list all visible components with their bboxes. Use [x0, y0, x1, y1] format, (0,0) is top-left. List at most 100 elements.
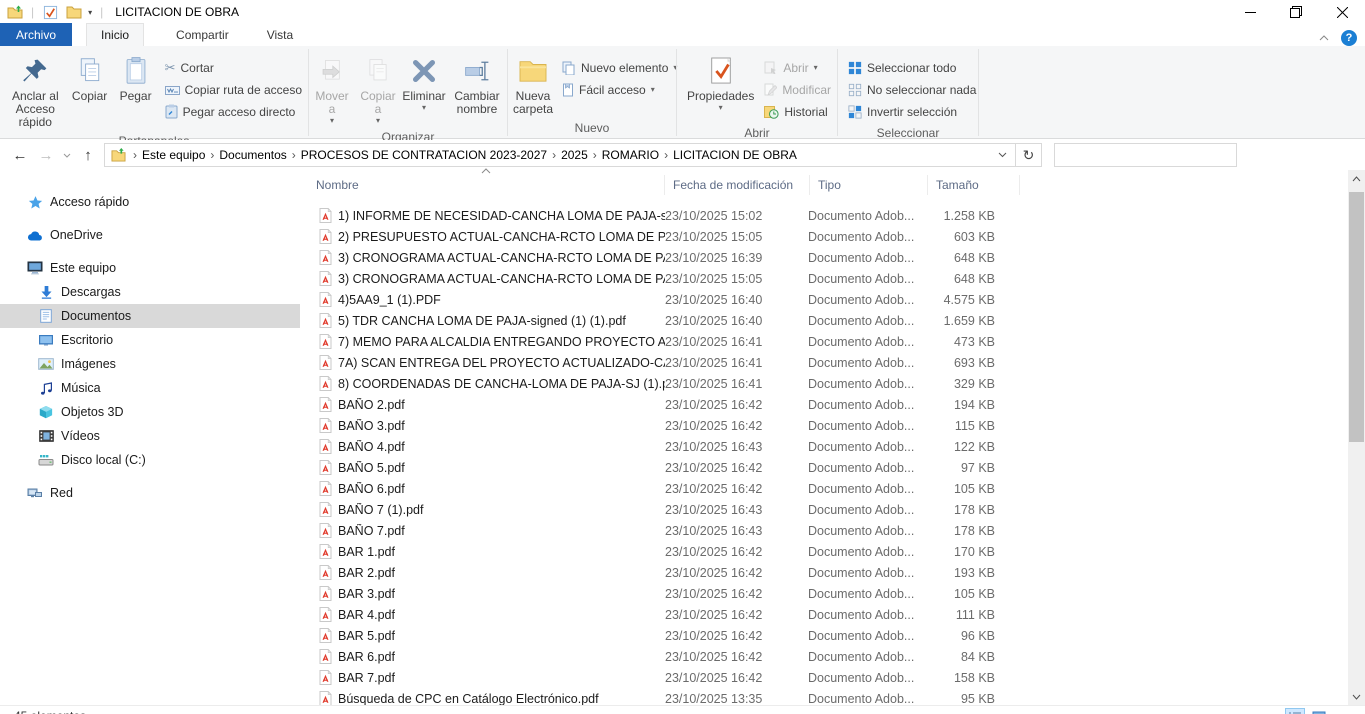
sidebar-item-escritorio[interactable]: Escritorio [0, 328, 300, 352]
file-row[interactable]: 1) INFORME DE NECESIDAD-CANCHA LOMA DE P… [305, 205, 1349, 226]
properties-qat-icon[interactable] [42, 4, 59, 20]
cut-button[interactable]: ✂ Cortar [165, 57, 302, 78]
select-none-button[interactable]: No seleccionar nada [848, 79, 976, 100]
file-row[interactable]: 3) CRONOGRAMA ACTUAL-CANCHA-RCTO LOMA DE… [305, 268, 1349, 289]
sidebar-item-v-deos[interactable]: Vídeos [0, 424, 300, 448]
file-row[interactable]: BAR 3.pdf23/10/2025 16:42Documento Adob.… [305, 583, 1349, 604]
file-row[interactable]: 3) CRONOGRAMA ACTUAL-CANCHA-RCTO LOMA DE… [305, 247, 1349, 268]
file-type: Documento Adob... [808, 356, 920, 370]
document-icon [38, 308, 54, 324]
new-item-button[interactable]: Nuevo elemento ▾ [562, 57, 677, 78]
file-row[interactable]: 5) TDR CANCHA LOMA DE PAJA-signed (1) (1… [305, 310, 1349, 331]
pdf-icon [319, 355, 338, 370]
sidebar-item-este-equipo[interactable]: Este equipo [0, 256, 300, 280]
address-dropdown-chevron-icon[interactable] [990, 152, 1015, 158]
address-bar[interactable]: ›Este equipo›Documentos›PROCESOS DE CONT… [104, 143, 1016, 167]
file-row[interactable]: BAÑO 3.pdf23/10/2025 16:42Documento Adob… [305, 415, 1349, 436]
qat-customize-chevron-icon[interactable]: ▾ [88, 8, 92, 17]
paste-shortcut-icon [165, 104, 178, 119]
file-row[interactable]: 7A) SCAN ENTREGA DEL PROYECTO ACTUALIZAD… [305, 352, 1349, 373]
breadcrumb-segment[interactable]: ROMARIO [602, 148, 659, 162]
move-to-button[interactable]: Mover a ▾ [309, 51, 355, 128]
sidebar-item-onedrive[interactable]: OneDrive [0, 223, 300, 247]
pdf-icon [319, 502, 338, 517]
column-header-fecha[interactable]: Fecha de modificación [665, 175, 810, 195]
tab-vista[interactable]: Vista [253, 23, 307, 46]
vertical-scrollbar[interactable] [1348, 170, 1365, 705]
scroll-up-icon[interactable] [1348, 170, 1365, 187]
file-row[interactable]: BAÑO 7.pdf23/10/2025 16:43Documento Adob… [305, 520, 1349, 541]
dropdown-arrow-icon: ▾ [376, 117, 380, 125]
large-icons-view-button[interactable] [1309, 708, 1329, 714]
details-view-button[interactable] [1285, 708, 1305, 714]
file-list-area: Nombre Fecha de modificación Tipo Tamaño… [305, 170, 1349, 705]
edit-button[interactable]: Modificar [764, 79, 831, 100]
file-row[interactable]: BAR 4.pdf23/10/2025 16:42Documento Adob.… [305, 604, 1349, 625]
search-input[interactable] [1054, 143, 1237, 167]
breadcrumb-segment[interactable]: 2025 [561, 148, 588, 162]
file-row[interactable]: BAÑO 4.pdf23/10/2025 16:43Documento Adob… [305, 436, 1349, 457]
copy-to-button[interactable]: Copiar a ▾ [355, 51, 401, 128]
forward-button[interactable]: → [34, 143, 58, 167]
history-button[interactable]: Historial [764, 101, 831, 122]
delete-button[interactable]: Eliminar ▾ [401, 51, 447, 115]
file-row[interactable]: BAÑO 2.pdf23/10/2025 16:42Documento Adob… [305, 394, 1349, 415]
tab-inicio[interactable]: Inicio [86, 23, 144, 46]
paste-shortcut-button[interactable]: Pegar acceso directo [165, 101, 302, 122]
sidebar-item-objetos-3d[interactable]: Objetos 3D [0, 400, 300, 424]
column-header-tipo[interactable]: Tipo [810, 175, 928, 195]
new-folder-qat-icon[interactable] [65, 4, 82, 20]
explorer-window-icon[interactable] [6, 4, 23, 20]
invert-selection-button[interactable]: Invertir selección [848, 101, 976, 122]
up-button[interactable]: ↑ [76, 143, 100, 167]
column-header-nombre[interactable]: Nombre [305, 175, 665, 195]
file-row[interactable]: 4)5AA9_1 (1).PDF23/10/2025 16:40Document… [305, 289, 1349, 310]
help-icon[interactable]: ? [1341, 30, 1357, 46]
scroll-down-icon[interactable] [1348, 688, 1365, 705]
close-button[interactable] [1319, 0, 1365, 24]
sidebar-item-acceso-r-pido[interactable]: Acceso rápido [0, 190, 300, 214]
pin-quick-access-button[interactable]: Anclar al Acceso rápido [4, 51, 67, 132]
easy-access-button[interactable]: Fácil acceso ▾ [562, 79, 677, 100]
file-row[interactable]: BAÑO 6.pdf23/10/2025 16:42Documento Adob… [305, 478, 1349, 499]
tab-archivo[interactable]: Archivo [0, 23, 72, 46]
minimize-ribbon-chevron-icon[interactable] [1319, 35, 1329, 41]
paste-button[interactable]: Pegar [113, 51, 159, 106]
file-row[interactable]: BAR 5.pdf23/10/2025 16:42Documento Adob.… [305, 625, 1349, 646]
file-row[interactable]: BAR 6.pdf23/10/2025 16:42Documento Adob.… [305, 646, 1349, 667]
file-row[interactable]: 8) COORDENADAS DE CANCHA-LOMA DE PAJA-SJ… [305, 373, 1349, 394]
refresh-button[interactable]: ↻ [1016, 143, 1042, 167]
file-row[interactable]: BAR 1.pdf23/10/2025 16:42Documento Adob.… [305, 541, 1349, 562]
copy-path-button[interactable]: Copiar ruta de acceso [165, 79, 302, 100]
open-button[interactable]: Abrir ▾ [764, 57, 831, 78]
recent-locations-chevron-icon[interactable] [60, 143, 74, 167]
breadcrumb-segment[interactable]: Documentos [219, 148, 286, 162]
sidebar-item-im-genes[interactable]: Imágenes [0, 352, 300, 376]
properties-button[interactable]: Propiedades ▾ [683, 51, 758, 115]
back-button[interactable]: ← [8, 143, 32, 167]
sidebar-item-red[interactable]: Red [0, 481, 300, 505]
file-row[interactable]: BAÑO 5.pdf23/10/2025 16:42Documento Adob… [305, 457, 1349, 478]
minimize-button[interactable] [1227, 0, 1273, 24]
breadcrumb-segment[interactable]: PROCESOS DE CONTRATACION 2023-2027 [301, 148, 547, 162]
sidebar-item-documentos[interactable]: Documentos [0, 304, 300, 328]
sidebar-item-descargas[interactable]: Descargas [0, 280, 300, 304]
file-row[interactable]: 7) MEMO PARA ALCALDIA ENTREGANDO PROYECT… [305, 331, 1349, 352]
file-row[interactable]: BAR 2.pdf23/10/2025 16:42Documento Adob.… [305, 562, 1349, 583]
column-header-tamano[interactable]: Tamaño [928, 175, 1020, 195]
file-row[interactable]: 2) PRESUPUESTO ACTUAL-CANCHA-RCTO LOMA D… [305, 226, 1349, 247]
scrollbar-thumb[interactable] [1349, 192, 1364, 442]
copy-button[interactable]: Copiar [67, 51, 113, 106]
sidebar-item-m-sica[interactable]: Música [0, 376, 300, 400]
file-row[interactable]: BAR 7.pdf23/10/2025 16:42Documento Adob.… [305, 667, 1349, 688]
sidebar-item-disco-local-c-[interactable]: Disco local (C:) [0, 448, 300, 472]
breadcrumb-segment[interactable]: Este equipo [142, 148, 205, 162]
breadcrumb-segment[interactable]: LICITACION DE OBRA [673, 148, 797, 162]
file-type: Documento Adob... [808, 545, 920, 559]
new-folder-button[interactable]: Nueva carpeta [510, 51, 556, 119]
select-all-button[interactable]: Seleccionar todo [848, 57, 976, 78]
restore-button[interactable] [1273, 0, 1319, 24]
file-row[interactable]: BAÑO 7 (1).pdf23/10/2025 16:43Documento … [305, 499, 1349, 520]
tab-compartir[interactable]: Compartir [162, 23, 243, 46]
rename-button[interactable]: Cambiar nombre [447, 51, 507, 119]
